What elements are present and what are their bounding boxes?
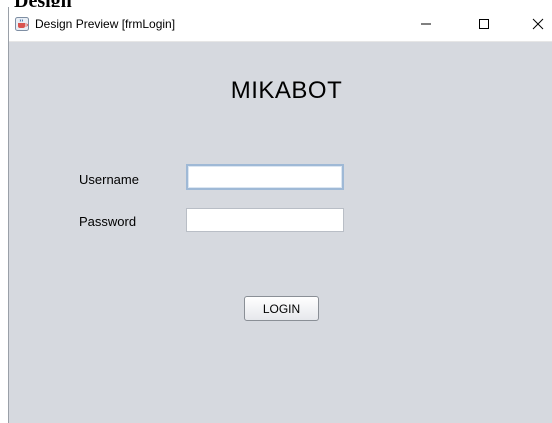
close-icon bbox=[532, 18, 544, 30]
login-window: Design Preview [frmLogin] MIKABOT Userna… bbox=[8, 7, 552, 423]
app-heading: MIKABOT bbox=[9, 77, 552, 105]
password-label: Password bbox=[79, 214, 137, 229]
minimize-button[interactable] bbox=[403, 7, 449, 41]
maximize-icon bbox=[479, 19, 489, 29]
username-input[interactable] bbox=[186, 164, 344, 190]
app-heading-text: MIKABOT bbox=[230, 77, 343, 104]
window-titlebar[interactable]: Design Preview [frmLogin] bbox=[9, 7, 552, 42]
password-input[interactable] bbox=[186, 208, 344, 232]
window-title: Design Preview [frmLogin] bbox=[35, 17, 176, 31]
close-button[interactable] bbox=[515, 7, 552, 41]
maximize-button[interactable] bbox=[461, 7, 507, 41]
username-label: Username bbox=[79, 172, 139, 187]
screen: Design Design Preview [frmLogin] MIKABOT… bbox=[0, 0, 552, 423]
login-button[interactable]: LOGIN bbox=[244, 296, 319, 321]
java-coffee-cup-icon bbox=[15, 17, 29, 31]
minimize-icon bbox=[421, 23, 431, 25]
